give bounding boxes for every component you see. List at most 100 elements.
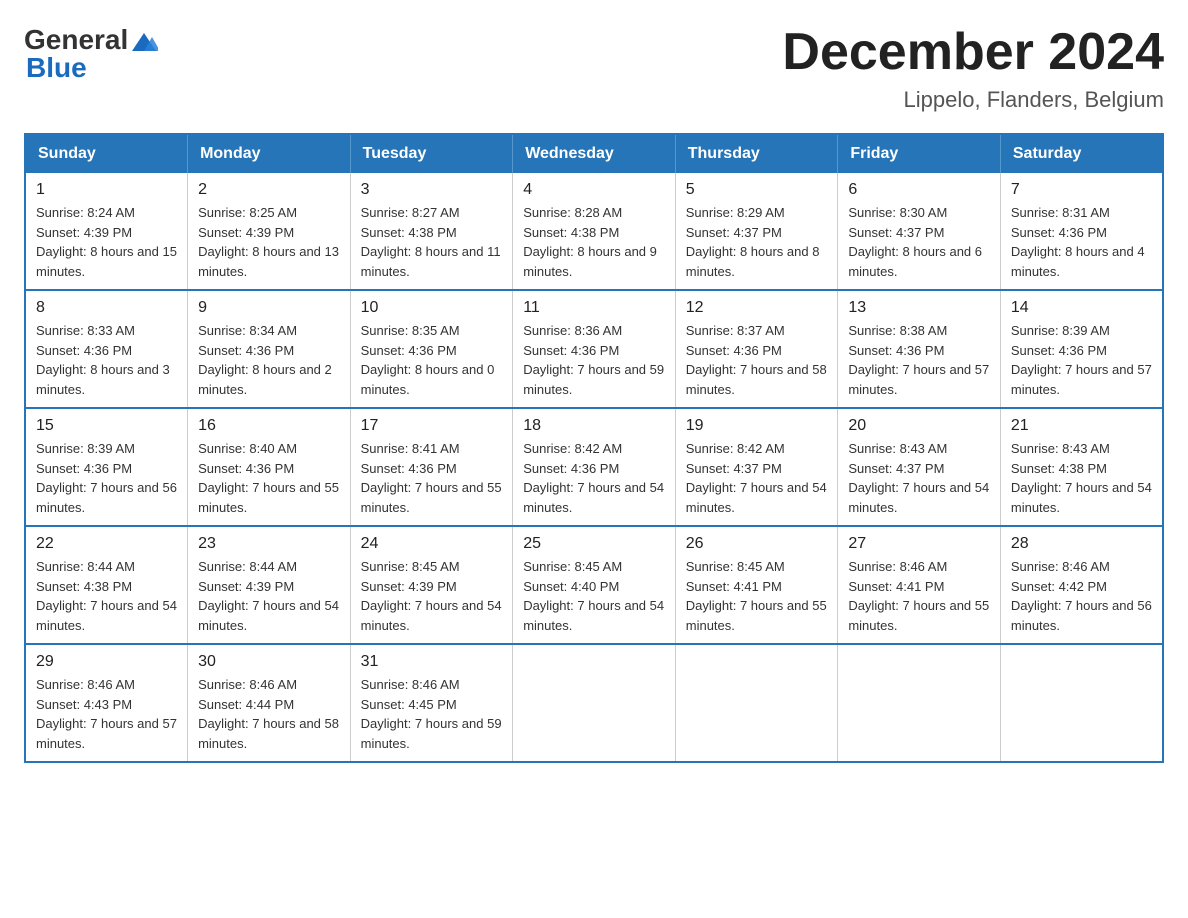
calendar-cell [838,644,1001,762]
day-number: 9 [198,299,340,317]
calendar-cell: 12 Sunrise: 8:37 AMSunset: 4:36 PMDaylig… [675,290,838,408]
calendar-cell: 17 Sunrise: 8:41 AMSunset: 4:36 PMDaylig… [350,408,513,526]
day-info: Sunrise: 8:46 AMSunset: 4:41 PMDaylight:… [848,559,989,633]
page-header: General Blue December 2024 Lippelo, Flan… [24,24,1164,113]
day-number: 16 [198,417,340,435]
day-info: Sunrise: 8:46 AMSunset: 4:44 PMDaylight:… [198,677,339,751]
calendar-cell: 4 Sunrise: 8:28 AMSunset: 4:38 PMDayligh… [513,173,676,290]
day-info: Sunrise: 8:38 AMSunset: 4:36 PMDaylight:… [848,323,989,397]
day-number: 8 [36,299,177,317]
day-info: Sunrise: 8:44 AMSunset: 4:39 PMDaylight:… [198,559,339,633]
calendar-cell: 9 Sunrise: 8:34 AMSunset: 4:36 PMDayligh… [188,290,351,408]
day-info: Sunrise: 8:46 AMSunset: 4:45 PMDaylight:… [361,677,502,751]
day-number: 1 [36,181,177,199]
logo-blue-text: Blue [26,52,87,83]
calendar-cell: 23 Sunrise: 8:44 AMSunset: 4:39 PMDaylig… [188,526,351,644]
day-info: Sunrise: 8:46 AMSunset: 4:43 PMDaylight:… [36,677,177,751]
calendar-cell: 18 Sunrise: 8:42 AMSunset: 4:36 PMDaylig… [513,408,676,526]
day-number: 2 [198,181,340,199]
logo: General Blue [24,24,158,84]
day-number: 5 [686,181,828,199]
day-number: 4 [523,181,665,199]
day-info: Sunrise: 8:43 AMSunset: 4:38 PMDaylight:… [1011,441,1152,515]
calendar-week-row: 22 Sunrise: 8:44 AMSunset: 4:38 PMDaylig… [25,526,1163,644]
weekday-header-row: SundayMondayTuesdayWednesdayThursdayFrid… [25,134,1163,173]
day-number: 11 [523,299,665,317]
calendar-cell: 8 Sunrise: 8:33 AMSunset: 4:36 PMDayligh… [25,290,188,408]
day-number: 7 [1011,181,1152,199]
calendar-cell: 29 Sunrise: 8:46 AMSunset: 4:43 PMDaylig… [25,644,188,762]
day-number: 31 [361,653,503,671]
day-number: 19 [686,417,828,435]
day-info: Sunrise: 8:44 AMSunset: 4:38 PMDaylight:… [36,559,177,633]
day-info: Sunrise: 8:35 AMSunset: 4:36 PMDaylight:… [361,323,495,397]
day-number: 18 [523,417,665,435]
calendar-cell: 15 Sunrise: 8:39 AMSunset: 4:36 PMDaylig… [25,408,188,526]
day-info: Sunrise: 8:34 AMSunset: 4:36 PMDaylight:… [198,323,332,397]
day-number: 30 [198,653,340,671]
calendar-cell [513,644,676,762]
calendar-cell: 14 Sunrise: 8:39 AMSunset: 4:36 PMDaylig… [1000,290,1163,408]
calendar-subtitle: Lippelo, Flanders, Belgium [782,87,1164,113]
weekday-header-sunday: Sunday [25,134,188,173]
day-number: 15 [36,417,177,435]
day-number: 12 [686,299,828,317]
day-info: Sunrise: 8:42 AMSunset: 4:36 PMDaylight:… [523,441,664,515]
day-info: Sunrise: 8:24 AMSunset: 4:39 PMDaylight:… [36,205,177,279]
calendar-table: SundayMondayTuesdayWednesdayThursdayFrid… [24,133,1164,763]
calendar-cell: 10 Sunrise: 8:35 AMSunset: 4:36 PMDaylig… [350,290,513,408]
day-info: Sunrise: 8:36 AMSunset: 4:36 PMDaylight:… [523,323,664,397]
day-number: 27 [848,535,990,553]
day-number: 28 [1011,535,1152,553]
calendar-cell [675,644,838,762]
day-info: Sunrise: 8:33 AMSunset: 4:36 PMDaylight:… [36,323,170,397]
calendar-cell: 31 Sunrise: 8:46 AMSunset: 4:45 PMDaylig… [350,644,513,762]
day-number: 21 [1011,417,1152,435]
day-info: Sunrise: 8:39 AMSunset: 4:36 PMDaylight:… [1011,323,1152,397]
day-number: 25 [523,535,665,553]
calendar-week-row: 15 Sunrise: 8:39 AMSunset: 4:36 PMDaylig… [25,408,1163,526]
day-info: Sunrise: 8:42 AMSunset: 4:37 PMDaylight:… [686,441,827,515]
day-number: 6 [848,181,990,199]
day-info: Sunrise: 8:30 AMSunset: 4:37 PMDaylight:… [848,205,982,279]
day-info: Sunrise: 8:45 AMSunset: 4:39 PMDaylight:… [361,559,502,633]
calendar-week-row: 29 Sunrise: 8:46 AMSunset: 4:43 PMDaylig… [25,644,1163,762]
weekday-header-saturday: Saturday [1000,134,1163,173]
day-info: Sunrise: 8:45 AMSunset: 4:40 PMDaylight:… [523,559,664,633]
day-info: Sunrise: 8:27 AMSunset: 4:38 PMDaylight:… [361,205,501,279]
calendar-cell: 20 Sunrise: 8:43 AMSunset: 4:37 PMDaylig… [838,408,1001,526]
day-info: Sunrise: 8:46 AMSunset: 4:42 PMDaylight:… [1011,559,1152,633]
calendar-cell [1000,644,1163,762]
calendar-cell: 28 Sunrise: 8:46 AMSunset: 4:42 PMDaylig… [1000,526,1163,644]
calendar-cell: 16 Sunrise: 8:40 AMSunset: 4:36 PMDaylig… [188,408,351,526]
day-number: 24 [361,535,503,553]
calendar-cell: 7 Sunrise: 8:31 AMSunset: 4:36 PMDayligh… [1000,173,1163,290]
logo-icon [130,31,158,53]
calendar-cell: 2 Sunrise: 8:25 AMSunset: 4:39 PMDayligh… [188,173,351,290]
calendar-cell: 26 Sunrise: 8:45 AMSunset: 4:41 PMDaylig… [675,526,838,644]
weekday-header-monday: Monday [188,134,351,173]
day-info: Sunrise: 8:29 AMSunset: 4:37 PMDaylight:… [686,205,820,279]
day-number: 3 [361,181,503,199]
day-number: 20 [848,417,990,435]
day-number: 13 [848,299,990,317]
calendar-cell: 27 Sunrise: 8:46 AMSunset: 4:41 PMDaylig… [838,526,1001,644]
day-info: Sunrise: 8:28 AMSunset: 4:38 PMDaylight:… [523,205,657,279]
calendar-cell: 24 Sunrise: 8:45 AMSunset: 4:39 PMDaylig… [350,526,513,644]
day-number: 10 [361,299,503,317]
calendar-week-row: 1 Sunrise: 8:24 AMSunset: 4:39 PMDayligh… [25,173,1163,290]
weekday-header-wednesday: Wednesday [513,134,676,173]
day-number: 23 [198,535,340,553]
day-info: Sunrise: 8:45 AMSunset: 4:41 PMDaylight:… [686,559,827,633]
calendar-cell: 6 Sunrise: 8:30 AMSunset: 4:37 PMDayligh… [838,173,1001,290]
day-number: 26 [686,535,828,553]
title-area: December 2024 Lippelo, Flanders, Belgium [782,24,1164,113]
calendar-cell: 11 Sunrise: 8:36 AMSunset: 4:36 PMDaylig… [513,290,676,408]
day-info: Sunrise: 8:37 AMSunset: 4:36 PMDaylight:… [686,323,827,397]
calendar-cell: 1 Sunrise: 8:24 AMSunset: 4:39 PMDayligh… [25,173,188,290]
calendar-cell: 13 Sunrise: 8:38 AMSunset: 4:36 PMDaylig… [838,290,1001,408]
weekday-header-tuesday: Tuesday [350,134,513,173]
calendar-week-row: 8 Sunrise: 8:33 AMSunset: 4:36 PMDayligh… [25,290,1163,408]
day-number: 29 [36,653,177,671]
calendar-cell: 5 Sunrise: 8:29 AMSunset: 4:37 PMDayligh… [675,173,838,290]
